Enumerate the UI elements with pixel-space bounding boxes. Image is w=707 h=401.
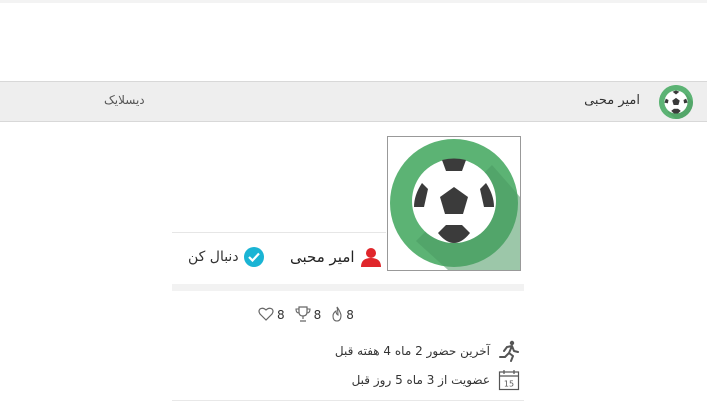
calendar-day: 15 xyxy=(504,380,514,389)
last-seen-text: آخرین حضور 2 ماه 4 هفته قبل xyxy=(334,344,490,358)
likes-count: 8 xyxy=(277,308,285,322)
profile-header-bar: امیر محبی دیسلایک xyxy=(0,81,707,122)
user-icon xyxy=(360,247,381,267)
soccer-ball-icon xyxy=(390,139,520,270)
flames-stat: 8 xyxy=(331,306,354,325)
heart-icon xyxy=(258,307,274,324)
profile-name-row: امیر محبی xyxy=(290,246,381,268)
follow-button[interactable]: دنبال کن xyxy=(188,246,264,268)
trophy-icon xyxy=(295,305,311,325)
card-separator xyxy=(172,284,524,291)
follow-label: دنبال کن xyxy=(188,249,239,265)
trophies-count: 8 xyxy=(313,308,322,322)
profile-photo xyxy=(387,136,521,271)
profile-stats: 8 8 8 xyxy=(258,305,360,325)
trophies-stat: 8 xyxy=(295,305,322,325)
membership-text: عضویت از 3 ماه 5 روز قبل xyxy=(351,373,490,387)
soccer-ball-icon[interactable] xyxy=(659,85,693,119)
divider xyxy=(172,232,386,233)
running-icon xyxy=(498,340,520,362)
last-seen-row: آخرین حضور 2 ماه 4 هفته قبل xyxy=(335,340,520,362)
likes-stat: 8 xyxy=(258,307,285,324)
header-username[interactable]: امیر محبی xyxy=(584,93,640,108)
check-icon xyxy=(243,247,264,267)
flames-count: 8 xyxy=(346,308,354,322)
dislike-link[interactable]: دیسلایک xyxy=(104,93,145,107)
flame-icon xyxy=(331,306,343,325)
top-border xyxy=(0,0,707,3)
calendar-icon: 15 xyxy=(498,369,520,391)
membership-row: 15 عضویت از 3 ماه 5 روز قبل xyxy=(352,369,520,391)
profile-name[interactable]: امیر محبی xyxy=(290,248,355,266)
